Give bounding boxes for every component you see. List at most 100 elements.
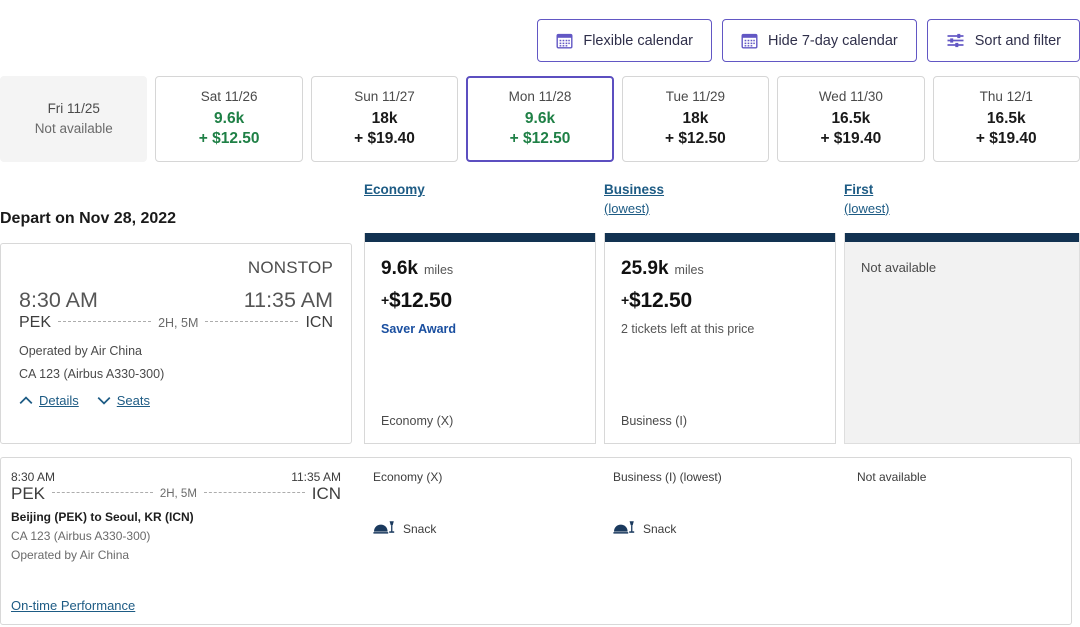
- results-row: NONSTOP 8:30 AM 11:35 AM PEK 2H, 5M ICN …: [0, 233, 1080, 444]
- details-cabin-label: Business (I) (lowest): [613, 470, 722, 484]
- details-column-first: Not available: [857, 470, 1057, 484]
- cabin-link-first[interactable]: First: [844, 180, 890, 200]
- depart-time: 8:30 AM: [19, 288, 98, 312]
- flight-card-links: Details Seats: [19, 393, 333, 408]
- fare-card-economy[interactable]: 9.6k miles +$12.50 Saver Award Economy (…: [364, 233, 596, 444]
- date-label: Thu 12/1: [979, 89, 1033, 105]
- details-dash-left: [52, 491, 153, 493]
- chevron-up-icon: [19, 393, 33, 408]
- details-dash-right: [203, 491, 305, 493]
- toolbar: Flexible calendar Hide 7-day calendar So…: [537, 19, 1080, 62]
- details-origin-code: PEK: [11, 484, 46, 503]
- date-miles: 16.5k: [831, 110, 871, 128]
- details-duration: 2H, 5M: [159, 488, 197, 500]
- date-cell-tue-11-29[interactable]: Tue 11/29 18k + $12.50: [621, 76, 770, 162]
- fare-miles-unit: miles: [423, 263, 454, 277]
- fare-price: $12.50: [388, 289, 453, 312]
- fare-card-accent-bar: [605, 233, 835, 242]
- fare-note-seats-left: 2 tickets left at this price: [621, 322, 755, 336]
- date-cell-sat-11-26[interactable]: Sat 11/26 9.6k + $12.50: [155, 76, 303, 162]
- fare-miles-line: 25.9k miles: [621, 258, 819, 280]
- date-label: Tue 11/29: [665, 89, 726, 105]
- date-miles: 9.6k: [214, 110, 245, 128]
- flexible-calendar-button[interactable]: Flexible calendar: [537, 19, 712, 62]
- fare-class-label: Economy (X): [381, 414, 454, 428]
- fare-price-line: +$12.50: [621, 289, 819, 313]
- details-route: PEK 2H, 5M ICN: [11, 484, 341, 504]
- fare-note-saver-award: Saver Award: [381, 322, 457, 336]
- arrive-time: 11:35 AM: [243, 288, 333, 312]
- date-price: + $19.40: [354, 130, 415, 148]
- date-cell-mon-11-28[interactable]: Mon 11/28 9.6k + $12.50: [466, 76, 614, 162]
- date-miles: 9.6k: [524, 110, 556, 128]
- meal-icon: [613, 520, 635, 537]
- fare-miles-line: 9.6k miles: [381, 258, 579, 280]
- cabin-lowest-business[interactable]: (lowest): [604, 200, 664, 219]
- seats-toggle[interactable]: Seats: [97, 393, 150, 408]
- sort-and-filter-button[interactable]: Sort and filter: [926, 19, 1080, 62]
- date-price: + $19.40: [975, 130, 1037, 148]
- sort-and-filter-label: Sort and filter: [974, 32, 1061, 49]
- fare-miles: 25.9k: [621, 258, 669, 279]
- date-price: + $12.50: [509, 130, 571, 148]
- date-label: Mon 11/28: [508, 89, 572, 105]
- date-price: + $12.50: [198, 130, 260, 148]
- details-toggle[interactable]: Details: [19, 393, 79, 408]
- date-miles: 18k: [371, 110, 398, 128]
- on-time-performance-link[interactable]: On-time Performance: [11, 598, 135, 613]
- sliders-icon: [946, 32, 965, 49]
- fare-miles: 9.6k: [381, 258, 418, 279]
- date-cell-wed-11-30[interactable]: Wed 11/30 16.5k + $19.40: [777, 76, 925, 162]
- fare-card-business[interactable]: 25.9k miles +$12.50 2 tickets left at th…: [604, 233, 836, 444]
- cabin-link-business[interactable]: Business: [604, 180, 664, 200]
- details-label: Details: [39, 393, 79, 408]
- date-label: Sun 11/27: [354, 89, 415, 105]
- fare-card-accent-bar: [365, 233, 595, 242]
- fare-miles-unit: miles: [674, 263, 704, 277]
- hide-7-day-calendar-button[interactable]: Hide 7-day calendar: [721, 19, 917, 62]
- flexible-calendar-label: Flexible calendar: [583, 32, 693, 49]
- details-depart-time: 8:30 AM: [11, 470, 56, 484]
- cabin-header-business: Business (lowest): [604, 180, 664, 218]
- flight-summary-card[interactable]: NONSTOP 8:30 AM 11:35 AM PEK 2H, 5M ICN …: [0, 243, 352, 444]
- flight-details-panel: 8:30 AM 11:35 AM PEK 2H, 5M ICN Beijing …: [0, 457, 1072, 625]
- destination-code: ICN: [305, 314, 333, 331]
- details-operated-by: Operated by Air China: [11, 548, 130, 562]
- date-miles: 18k: [682, 110, 709, 128]
- fare-price-line: +$12.50: [381, 289, 579, 313]
- date-label: Fri 11/25: [47, 100, 100, 116]
- fare-price-prefix: +: [621, 292, 629, 308]
- flight-search-page: Flexible calendar Hide 7-day calendar So…: [0, 0, 1080, 627]
- details-aircraft: CA 123 (Airbus A330-300): [11, 529, 151, 543]
- flight-duration: 2H, 5M: [158, 316, 199, 330]
- details-city-pair: Beijing (PEK) to Seoul, KR (ICN): [11, 510, 194, 524]
- date-label: Wed 11/30: [818, 89, 883, 105]
- details-amenity-label: Snack: [403, 521, 437, 536]
- fare-unavailable-text: Not available: [861, 260, 937, 275]
- details-column-economy: Economy (X) Snack: [373, 470, 593, 536]
- date-cell-thu-12-1[interactable]: Thu 12/1 16.5k + $19.40: [932, 76, 1080, 162]
- flight-route: PEK 2H, 5M ICN: [19, 314, 333, 332]
- cabin-lowest-first[interactable]: (lowest): [844, 200, 890, 219]
- aircraft-info: CA 123 (Airbus A330-300): [19, 367, 165, 381]
- cabin-header-economy: Economy: [364, 180, 425, 200]
- date-unavailable-text: Not available: [34, 120, 113, 136]
- fare-card-body-economy: 9.6k miles +$12.50 Saver Award Economy (…: [365, 242, 595, 444]
- stops-label: NONSTOP: [247, 258, 333, 277]
- details-unavailable-text: Not available: [857, 470, 927, 484]
- date-cell-sun-11-27[interactable]: Sun 11/27 18k + $19.40: [310, 76, 459, 162]
- seats-label: Seats: [116, 393, 150, 408]
- details-times: 8:30 AM 11:35 AM: [11, 470, 341, 484]
- fare-price-prefix: +: [381, 292, 389, 308]
- hide-7-day-calendar-label: Hide 7-day calendar: [767, 32, 898, 49]
- date-miles: 16.5k: [986, 110, 1026, 128]
- fare-card-body-first: Not available: [845, 242, 1079, 444]
- chevron-down-icon: [97, 393, 111, 408]
- route-dash-right: [205, 320, 299, 322]
- route-dash-left: [58, 320, 152, 322]
- date-strip: Fri 11/25 Not available Sat 11/26 9.6k +…: [0, 76, 1080, 162]
- cabin-link-economy[interactable]: Economy: [364, 180, 425, 200]
- origin-code: PEK: [19, 314, 52, 331]
- calendar-icon: [556, 32, 573, 49]
- date-price: + $19.40: [820, 130, 882, 148]
